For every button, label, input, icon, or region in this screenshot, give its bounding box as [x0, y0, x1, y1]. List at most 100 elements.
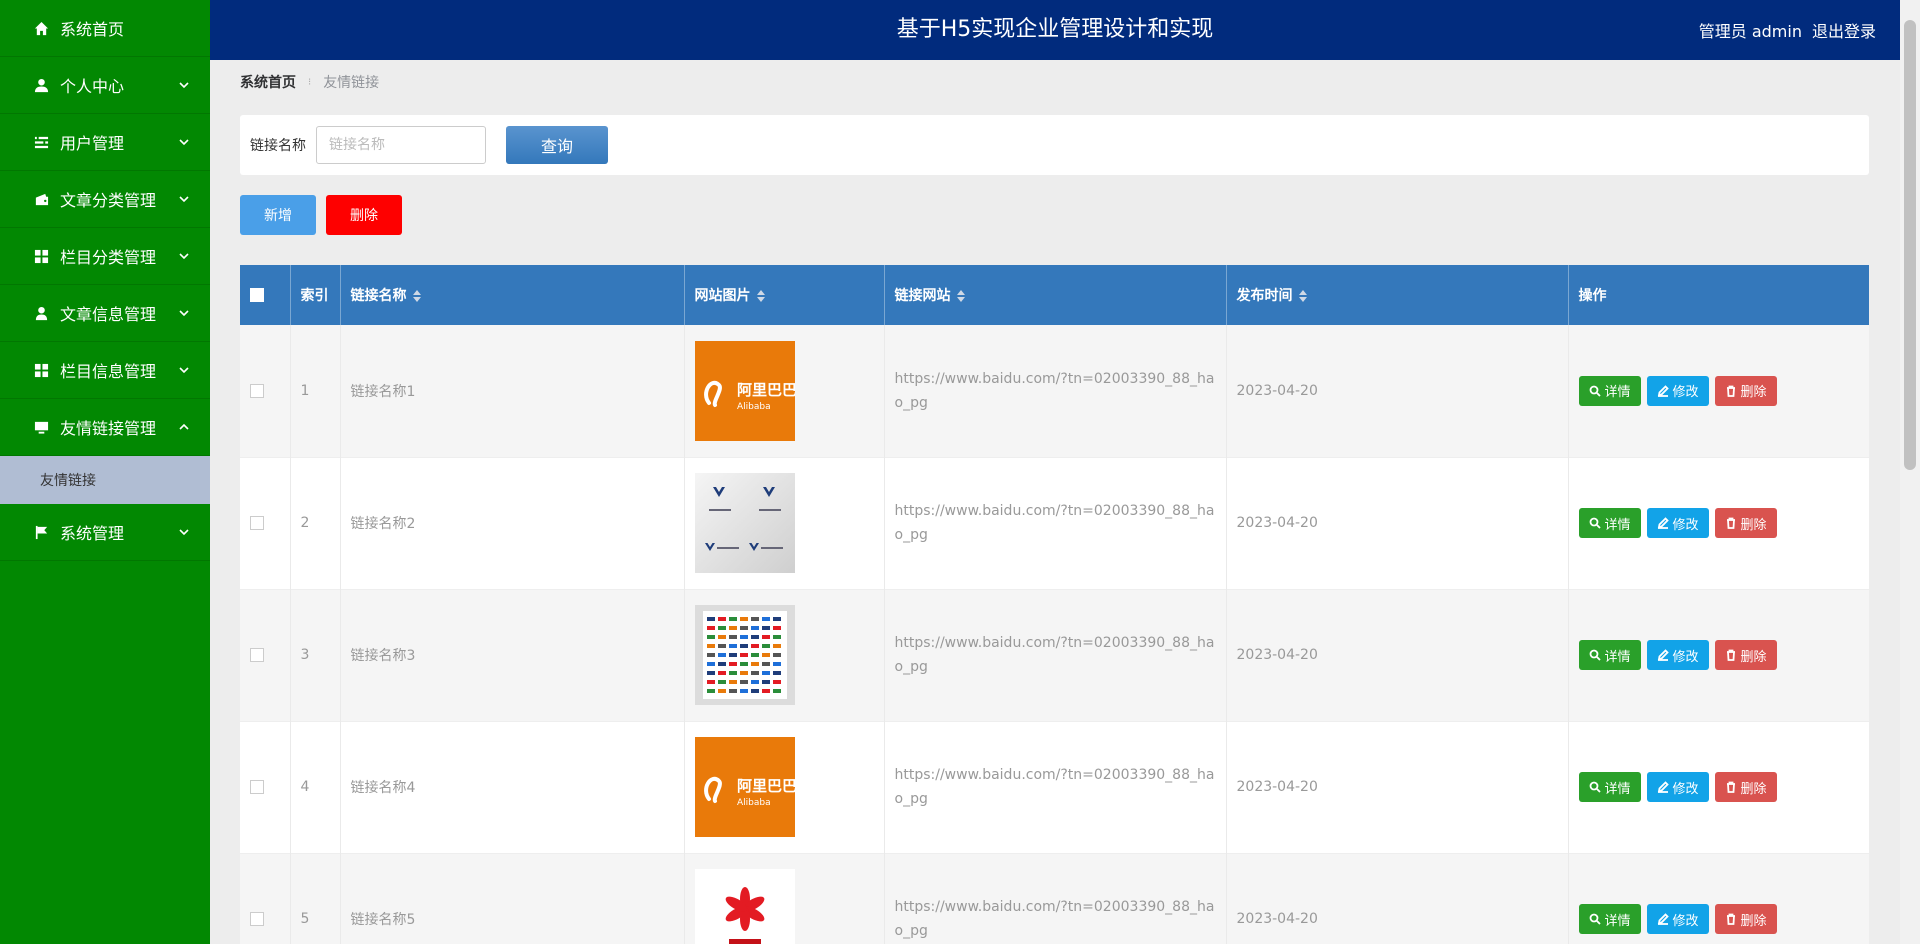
row-actions: 详情 修改 删除: [1568, 853, 1869, 944]
edit-button-label: 修改: [1672, 781, 1699, 797]
delete-button[interactable]: 删除: [1714, 904, 1777, 934]
trash-icon: [1726, 781, 1735, 793]
detail-button-label: 详情: [1604, 649, 1631, 665]
home-icon: [32, 19, 50, 37]
sidebar-item-article-category[interactable]: 文章分类管理: [0, 171, 210, 228]
edit-icon: [1657, 384, 1669, 397]
sidebar-item-label: 文章信息管理: [60, 305, 157, 324]
edit-button[interactable]: 修改: [1646, 508, 1709, 538]
delete-button[interactable]: 删除: [1714, 640, 1777, 670]
row-actions: 详情 修改 删除: [1568, 589, 1869, 721]
sidebar-item-friend-links[interactable]: 友情链接管理: [0, 399, 210, 456]
table-row: 2 链接名称2 https://www.baidu.com/?tn=020033…: [240, 457, 1869, 589]
detail-button-label: 详情: [1604, 517, 1631, 533]
sidebar-item-column-info[interactable]: 栏目信息管理: [0, 342, 210, 399]
detail-button-label: 详情: [1604, 913, 1631, 929]
search-label: 链接名称: [250, 138, 306, 154]
row-checkbox[interactable]: [250, 912, 264, 926]
user-icon: [32, 76, 50, 94]
detail-button[interactable]: 详情: [1578, 772, 1641, 802]
detail-button[interactable]: 详情: [1578, 904, 1641, 934]
page-scrollbar[interactable]: [1900, 0, 1920, 944]
edit-icon: [1657, 517, 1669, 529]
row-select-cell: [240, 853, 291, 944]
edit-button[interactable]: 修改: [1646, 640, 1709, 670]
row-link-name: 链接名称5: [340, 853, 685, 944]
sidebar-item-column-category[interactable]: 栏目分类管理: [0, 228, 210, 285]
sidebar-item-label: 栏目信息管理: [60, 362, 157, 381]
sidebar-item-label: 文章分类管理: [60, 191, 157, 210]
sidebar-item-user-management[interactable]: 用户管理: [0, 114, 210, 171]
row-checkbox[interactable]: [250, 383, 264, 398]
sort-icon[interactable]: [412, 290, 421, 302]
monitor-icon: [32, 418, 50, 436]
row-url: https://www.baidu.com/?tn=02003390_88_ha…: [884, 853, 1227, 944]
delete-button[interactable]: 删除: [1714, 772, 1777, 802]
delete-button-label: 删除: [1740, 913, 1767, 929]
svg-text:Alibaba: Alibaba: [737, 798, 771, 808]
row-url: https://www.baidu.com/?tn=02003390_88_ha…: [884, 721, 1227, 853]
select-all-checkbox[interactable]: [250, 288, 264, 302]
add-button[interactable]: 新增: [240, 195, 316, 235]
column-header-name[interactable]: 链接名称: [340, 265, 685, 325]
edit-button[interactable]: 修改: [1646, 375, 1709, 406]
row-checkbox[interactable]: [250, 516, 264, 530]
column-header-url[interactable]: 链接网站: [884, 265, 1227, 325]
sort-icon[interactable]: [956, 290, 965, 302]
sort-icon[interactable]: [756, 290, 765, 302]
chevron-down-icon: [178, 136, 190, 148]
row-date: 2023-04-20: [1226, 457, 1569, 589]
breadcrumb-separator-icon: ⁝: [308, 76, 312, 88]
delete-button-label: 删除: [1740, 517, 1767, 533]
yanchang-logo: [694, 869, 795, 944]
detail-button-label: 详情: [1604, 385, 1631, 401]
table-row: 1 链接名称1 阿里巴巴 Alibaba https://www.baidu.co…: [240, 325, 1869, 457]
logout-link[interactable]: 退出登录: [1812, 18, 1876, 42]
column-header-label: 链接名称: [350, 288, 407, 304]
row-image-cell: 阿里巴巴 Alibaba: [684, 721, 885, 853]
delete-button[interactable]: 删除: [1714, 508, 1777, 538]
column-header-image[interactable]: 网站图片: [684, 265, 885, 325]
row-url: https://www.baidu.com/?tn=02003390_88_ha…: [884, 589, 1227, 721]
detail-button[interactable]: 详情: [1578, 640, 1641, 670]
list-icon: [32, 133, 50, 151]
row-index: 2: [290, 457, 341, 589]
sidebar-subitem-friend-link[interactable]: 友情链接: [0, 456, 210, 504]
query-button[interactable]: 查询: [506, 126, 608, 164]
detail-button-label: 详情: [1604, 781, 1631, 797]
edit-button[interactable]: 修改: [1646, 772, 1709, 802]
scrollbar-thumb[interactable]: [1904, 20, 1916, 470]
detail-button[interactable]: 详情: [1578, 375, 1641, 406]
sidebar-item-article-info[interactable]: 文章信息管理: [0, 285, 210, 342]
row-select-cell: [240, 721, 291, 853]
row-index: 3: [290, 589, 341, 721]
edit-icon: [1657, 781, 1669, 793]
row-url: https://www.baidu.com/?tn=02003390_88_ha…: [884, 325, 1227, 457]
row-index: 5: [290, 853, 341, 944]
chevron-down-icon: [178, 193, 190, 205]
breadcrumb-home[interactable]: 系统首页: [240, 72, 296, 92]
current-user-label: 管理员 admin: [1698, 22, 1802, 41]
row-link-name: 链接名称1: [340, 325, 685, 457]
batch-delete-button[interactable]: 删除: [326, 195, 402, 235]
column-header-date[interactable]: 发布时间: [1226, 265, 1569, 325]
sort-icon[interactable]: [1298, 290, 1307, 302]
sidebar-item-system-management[interactable]: 系统管理: [0, 504, 210, 561]
row-link-name: 链接名称2: [340, 457, 685, 589]
sidebar-item-personal-center[interactable]: 个人中心: [0, 57, 210, 114]
row-index: 4: [290, 721, 341, 853]
svg-text:阿里巴巴: 阿里巴巴: [737, 777, 795, 795]
edit-button[interactable]: 修改: [1646, 904, 1709, 934]
sidebar-item-label: 用户管理: [60, 134, 125, 153]
row-checkbox[interactable]: [250, 648, 264, 662]
column-header-label: 网站图片: [694, 288, 751, 304]
row-checkbox[interactable]: [250, 780, 264, 794]
sidebar-item-home[interactable]: 系统首页: [0, 0, 210, 57]
delete-button-label: 删除: [1740, 649, 1767, 665]
search-input[interactable]: [316, 126, 486, 164]
column-header-actions: 操作: [1578, 288, 1607, 304]
delete-button[interactable]: 删除: [1714, 375, 1777, 406]
logos-collage: [694, 605, 795, 705]
chevron-up-icon: [178, 421, 190, 433]
detail-button[interactable]: 详情: [1578, 508, 1641, 538]
